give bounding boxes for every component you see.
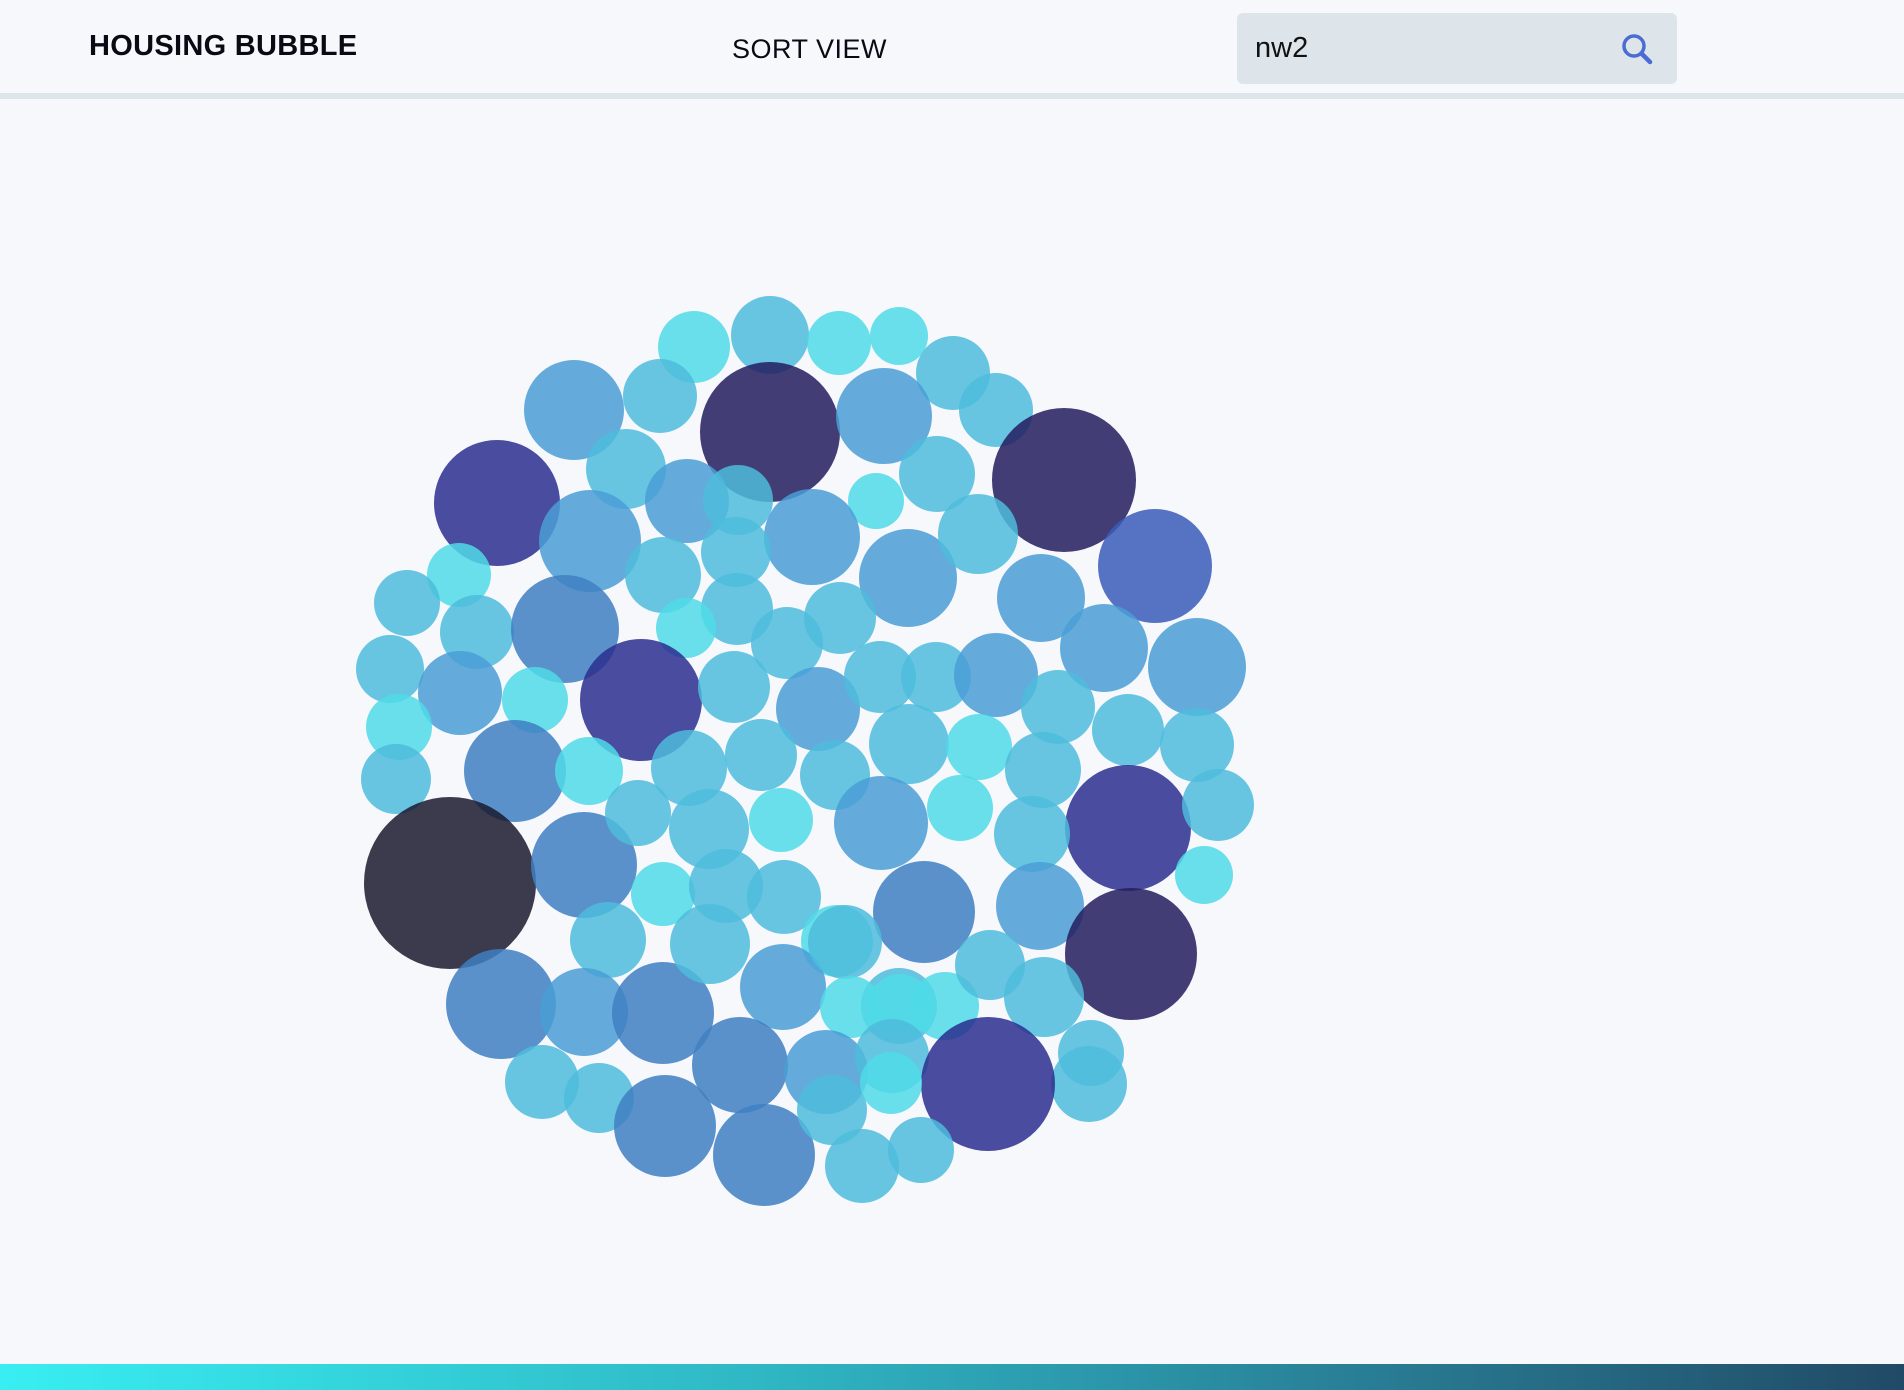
search-input[interactable] [1255,25,1615,71]
bubble-cluster [356,296,1254,1206]
bubble[interactable] [946,714,1012,780]
bubble[interactable] [938,494,1018,574]
bubble[interactable] [834,776,928,870]
bubble[interactable] [764,489,860,585]
bubble[interactable] [623,359,697,433]
bubble[interactable] [1021,670,1095,744]
bubble[interactable] [614,1075,716,1177]
footer-gradient-bar [0,1364,1904,1390]
bubble[interactable] [1051,1046,1127,1122]
bubble[interactable] [869,704,949,784]
bubble[interactable] [1005,732,1081,808]
bubble[interactable] [860,1052,922,1114]
sort-view-button[interactable]: SORT VIEW [732,34,887,65]
bubble[interactable] [374,570,440,636]
bubble[interactable] [807,311,871,375]
bubble-chart-area [0,99,1904,1364]
bubble[interactable] [1182,769,1254,841]
bubble[interactable] [698,651,770,723]
bubble[interactable] [1148,618,1246,716]
bubble[interactable] [808,905,882,979]
top-navigation-bar: HOUSING BUBBLE SORT VIEW [0,0,1904,99]
app-title[interactable]: HOUSING BUBBLE [89,30,357,63]
bubble[interactable] [749,788,813,852]
search-box [1237,13,1677,84]
search-icon[interactable] [1619,31,1655,67]
bubble[interactable] [570,902,646,978]
bubble[interactable] [446,949,556,1059]
bubble[interactable] [1065,765,1191,891]
bubble[interactable] [605,780,671,846]
bubble[interactable] [1175,846,1233,904]
bubble[interactable] [994,796,1070,872]
bubble[interactable] [1065,888,1197,1020]
bubble[interactable] [725,719,797,791]
bubble[interactable] [870,307,928,365]
bubble[interactable] [1092,694,1164,766]
bubble[interactable] [888,1117,954,1183]
bubble[interactable] [825,1129,899,1203]
bubble[interactable] [364,797,536,969]
bubble[interactable] [356,635,424,703]
bubble[interactable] [670,904,750,984]
bubble[interactable] [927,775,993,841]
